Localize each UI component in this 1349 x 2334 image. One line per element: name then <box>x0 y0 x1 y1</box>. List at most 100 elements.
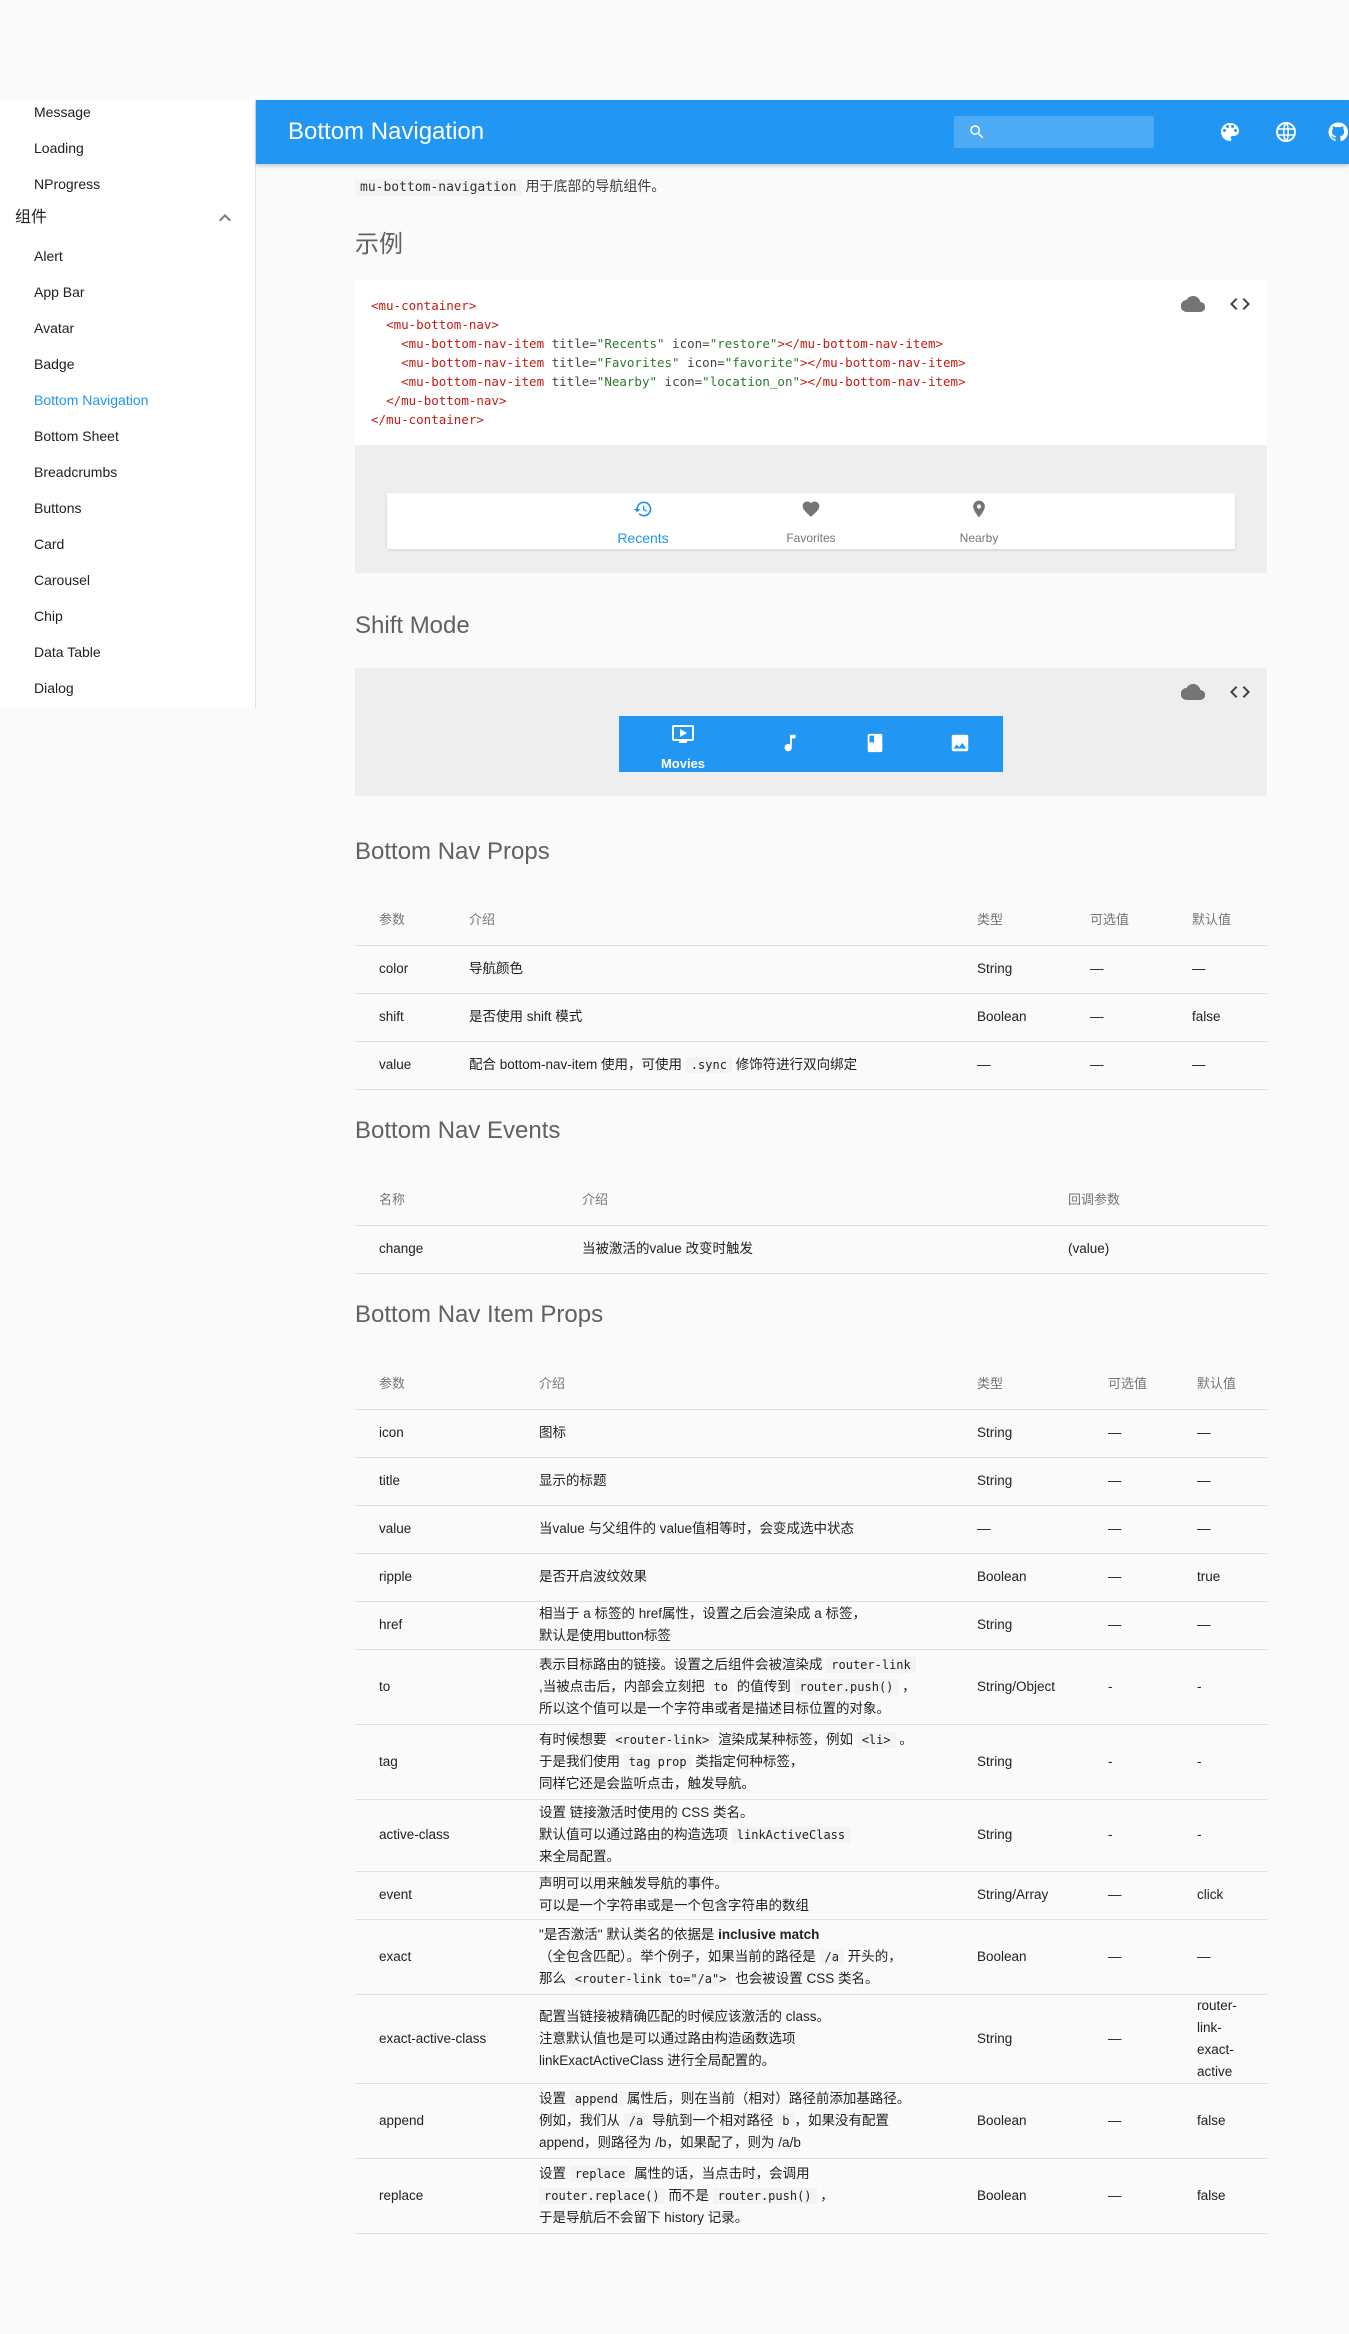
sidebar-item-avatar[interactable]: Avatar <box>34 316 74 340</box>
bottom-nav-item-label: Favorites <box>786 531 836 545</box>
item-props-header: 参数 <box>355 1357 515 1410</box>
sidebar-item-buttons[interactable]: Buttons <box>34 496 81 520</box>
bottom-nav-item-recents[interactable]: Recents <box>559 493 727 549</box>
props-cell: Boolean <box>953 993 1066 1042</box>
item-props-cell: — <box>1173 1601 1267 1650</box>
item-props-row: tag 有时候想要 <router-link> 渲染成某种标签，例如 <li> 。… <box>355 1724 1267 1800</box>
music-note-icon <box>784 734 796 752</box>
events-header: 回调参数 <box>1044 1172 1267 1226</box>
sidebar-item-bottom-sheet[interactable]: Bottom Sheet <box>34 424 119 448</box>
code-line: </mu-container> <box>371 412 484 427</box>
search-box[interactable] <box>954 116 1154 148</box>
palette-icon[interactable] <box>1218 120 1242 144</box>
props-cell: 导航颜色 <box>445 945 953 994</box>
item-props-heading: Bottom Nav Item Props <box>355 1301 604 1328</box>
sidebar-item-data-table[interactable]: Data Table <box>34 640 101 664</box>
item-props-cell: — <box>1173 1919 1267 1995</box>
item-props-cell: 表示目标路由的链接。设置之后组件会被渲染成 router-link ,当被点击后，… <box>515 1649 953 1725</box>
intro-component-code: mu-bottom-navigation <box>355 179 522 196</box>
bottom-nav-item-label: Recents <box>617 530 669 546</box>
sidebar-item-breadcrumbs[interactable]: Breadcrumbs <box>34 460 117 484</box>
cloud-icon[interactable] <box>1179 290 1207 318</box>
item-props-row: exact-active-class 配置当链接被精确匹配的时候应该激活的 cla… <box>355 1994 1267 2084</box>
events-table-body: change 当被激活的value 改变时触发 (value) <box>355 1225 1267 1274</box>
item-props-cell: to <box>355 1649 515 1725</box>
sidebar-group-label: 组件 <box>15 209 48 226</box>
chevron-up-icon <box>213 206 237 230</box>
props-cell: 是否使用 shift 模式 <box>445 993 953 1042</box>
item-props-cell: false <box>1173 2083 1267 2159</box>
item-props-cell: value <box>355 1505 515 1554</box>
sidebar-item-loading[interactable]: Loading <box>34 136 84 160</box>
item-props-cell: 显示的标题 <box>515 1457 953 1506</box>
item-props-cell: — <box>1084 1994 1173 2084</box>
item-props-table: 参数 介绍 类型 可选值 默认值 icon 图标 String — — title 显示的标… <box>355 1357 1267 2234</box>
item-props-cell: title <box>355 1457 515 1506</box>
sidebar-item-card[interactable]: Card <box>34 532 64 556</box>
sidebar-item-message[interactable]: Message <box>34 100 91 124</box>
props-header: 介绍 <box>445 893 953 946</box>
props-header: 默认值 <box>1168 893 1267 946</box>
props-row: shift 是否使用 shift 模式 Boolean — false <box>355 993 1267 1042</box>
bottom-nav-item-favorites[interactable]: Favorites <box>727 493 895 549</box>
example-demo: <mu-container> <mu-bottom-nav> <mu-botto… <box>355 280 1267 573</box>
shift-mode-demo: Movies <box>355 668 1267 796</box>
sidebar-item-chip[interactable]: Chip <box>34 604 63 628</box>
props-header: 可选值 <box>1066 893 1168 946</box>
sidebar-item-app-bar[interactable]: App Bar <box>34 280 85 304</box>
props-cell: 配合 bottom-nav-item 使用，可使用 .sync 修饰符进行双向绑… <box>445 1041 953 1090</box>
item-props-row: title 显示的标题 String — — <box>355 1457 1267 1506</box>
item-props-cell: - <box>1173 1799 1267 1872</box>
item-props-cell: String <box>953 1994 1084 2084</box>
props-cell: — <box>953 1041 1066 1090</box>
code-line: <mu-container> <box>371 298 477 313</box>
cloud-icon[interactable] <box>1179 678 1207 706</box>
item-props-cell: 配置当链接被精确匹配的时候应该激活的 class。 注意默认值也是可以通过路由构造… <box>515 1994 953 2084</box>
item-props-row: exact "是否激活" 默认类名的依据是 inclusive match （全包含… <box>355 1919 1267 1995</box>
events-row: change 当被激活的value 改变时触发 (value) <box>355 1225 1267 1274</box>
example-code: <mu-container> <mu-bottom-nav> <mu-botto… <box>371 296 966 429</box>
item-props-cell: String/Object <box>953 1649 1084 1725</box>
sidebar-item-dialog[interactable]: Dialog <box>34 676 74 700</box>
search-input[interactable] <box>998 120 1150 146</box>
shift-nav-item-book[interactable] <box>832 716 917 772</box>
item-props-row: replace 设置 replace 属性的话，当点击时，会调用 router.re… <box>355 2158 1267 2234</box>
sidebar-item-carousel[interactable]: Carousel <box>34 568 90 592</box>
code-line: <mu-bottom-nav-item title="Nearby" icon=… <box>401 374 966 389</box>
github-icon[interactable] <box>1326 120 1349 144</box>
item-props-cell: String/Array <box>953 1871 1084 1920</box>
bottom-nav-item-nearby[interactable]: Nearby <box>895 493 1063 549</box>
props-row: value 配合 bottom-nav-item 使用，可使用 .sync 修饰符… <box>355 1041 1267 1090</box>
language-icon[interactable] <box>1274 120 1298 144</box>
sidebar-item-alert[interactable]: Alert <box>34 244 63 268</box>
code-icon[interactable] <box>1226 290 1254 318</box>
item-props-cell: 图标 <box>515 1409 953 1458</box>
ondemand-video-icon <box>672 725 694 743</box>
favorite-icon <box>802 501 820 517</box>
props-header: 类型 <box>953 893 1066 946</box>
code-line: </mu-bottom-nav> <box>386 393 507 408</box>
sidebar-item-nprogress[interactable]: NProgress <box>34 172 100 196</box>
restore-icon <box>633 501 652 517</box>
item-props-cell: "是否激活" 默认类名的依据是 inclusive match （全包含匹配）。举… <box>515 1919 953 1995</box>
events-cell: (value) <box>1044 1225 1267 1274</box>
item-props-cell: — <box>1173 1409 1267 1458</box>
shift-nav-item-music[interactable] <box>747 716 832 772</box>
shift-nav-item-photo[interactable] <box>917 716 1003 772</box>
sidebar-group-components[interactable]: 组件 <box>15 206 237 230</box>
item-props-cell: Boolean <box>953 1919 1084 1995</box>
props-cell: color <box>355 945 445 994</box>
item-props-cell: true <box>1173 1553 1267 1602</box>
item-props-cell: — <box>1084 1409 1173 1458</box>
shift-mode-heading: Shift Mode <box>355 612 470 639</box>
item-props-cell: router-link-exact-active <box>1173 1994 1267 2084</box>
item-props-cell: String <box>953 1409 1084 1458</box>
item-props-cell: 声明可以用来触发导航的事件。 可以是一个字符串或是一个包含字符串的数组 <box>515 1871 953 1920</box>
shift-nav-item-movies[interactable]: Movies <box>619 716 747 772</box>
item-props-cell: - <box>1084 1799 1173 1872</box>
item-props-cell: - <box>1173 1649 1267 1725</box>
item-props-cell: — <box>1084 1457 1173 1506</box>
sidebar-item-bottom-navigation[interactable]: Bottom Navigation <box>34 388 148 412</box>
code-icon[interactable] <box>1226 678 1254 706</box>
sidebar-item-badge[interactable]: Badge <box>34 352 74 376</box>
